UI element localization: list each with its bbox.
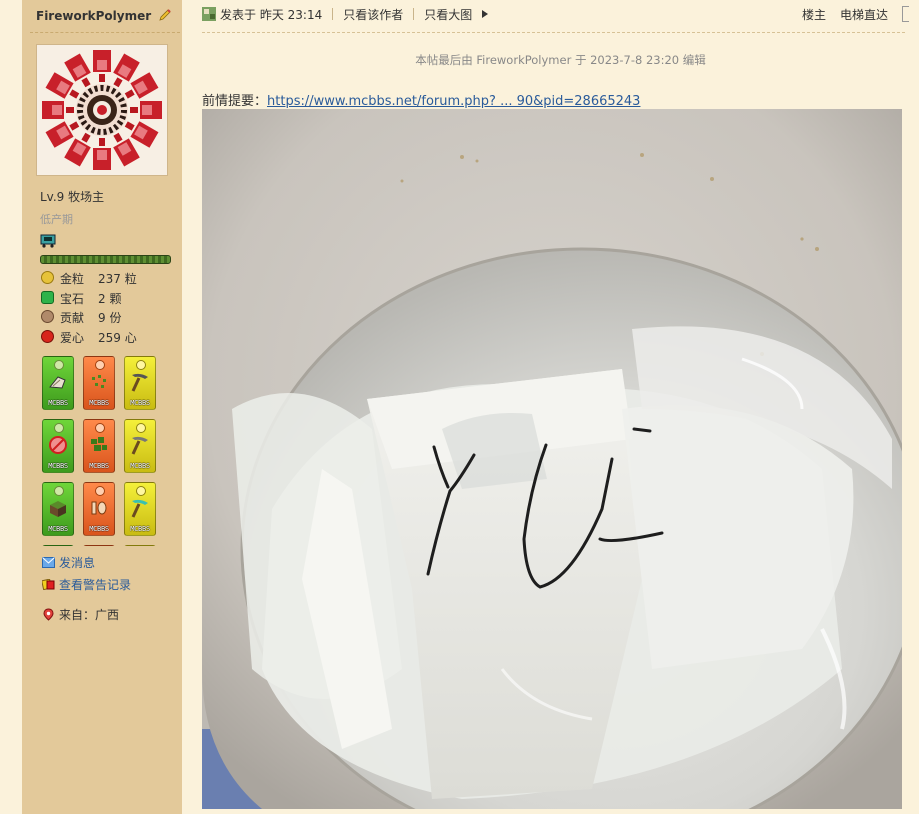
- medal-partial[interactable]: [124, 545, 156, 546]
- post-header-bar: 发表于 昨天 23:14 只看该作者 只看大图 楼主 电梯直达: [202, 6, 919, 26]
- post-content-area: 发表于 昨天 23:14 只看该作者 只看大图 楼主 电梯直达 本帖最后由 Firew…: [182, 0, 919, 814]
- medal-seeds[interactable]: MCBBS: [83, 356, 115, 410]
- warning-card-icon: [42, 579, 55, 590]
- stat-label: 爱心: [60, 330, 85, 345]
- medal-bone[interactable]: MCBBS: [42, 356, 74, 410]
- previous-post-link[interactable]: https://www.mcbbs.net/forum.php? ... 90&…: [267, 94, 640, 109]
- gold-nugget-icon: [41, 271, 54, 284]
- medal-dirt-block[interactable]: MCBBS: [42, 482, 74, 536]
- elevator-jump-label: 电梯直达: [839, 8, 888, 22]
- pencil-icon: [159, 9, 172, 21]
- avatar[interactable]: [36, 44, 168, 176]
- post-header-right: 楼主 电梯直达: [788, 6, 909, 23]
- post-photo[interactable]: [202, 109, 902, 809]
- seeds-icon: [92, 375, 106, 388]
- experience-bar: [40, 255, 171, 264]
- medal-partial[interactable]: [83, 545, 115, 546]
- contribution-icon: [41, 310, 54, 323]
- play-triangle-icon[interactable]: [480, 9, 490, 19]
- edit-note: 本帖最后由 FireworkPolymer 于 2023-7-8 23:20 编…: [415, 53, 706, 67]
- floor-label: 楼主: [801, 8, 826, 22]
- author-sidebar: FireworkPolymer Lv.9 牧场主 低产期 金粒 237 粒 宝石…: [22, 0, 183, 814]
- stat-value: 237 粒: [98, 272, 137, 286]
- separator: [413, 8, 415, 20]
- prefix-label: 前情提要：: [202, 94, 268, 109]
- pickaxe-icon: [131, 499, 148, 518]
- emerald-icon: [41, 290, 54, 304]
- cup-photo-image: [202, 109, 902, 809]
- number-ten-icon: [91, 501, 107, 515]
- send-message-label: 发消息: [59, 556, 96, 570]
- stat-gold: 金粒 237 粒: [41, 270, 181, 290]
- medal-wall: MCBBS MCBBS MCBBS MCBBS MCBBS MCBBS MCBB…: [40, 356, 170, 546]
- send-message-link[interactable]: 发消息: [42, 554, 95, 571]
- location-pin-icon: [43, 608, 54, 621]
- medal-label: MCBBS: [89, 525, 109, 533]
- medal-stone-pickaxe[interactable]: MCBBS: [124, 356, 156, 410]
- bone-pile-icon: [49, 376, 66, 389]
- stat-value: 9 份: [98, 311, 122, 325]
- medal-label: MCBBS: [130, 525, 150, 533]
- medal-partial[interactable]: [42, 545, 74, 546]
- medal-ten[interactable]: MCBBS: [83, 482, 115, 536]
- medal-label: MCBBS: [48, 525, 68, 533]
- avatar-image: [37, 45, 167, 175]
- stat-label: 宝石: [60, 291, 85, 306]
- warning-record-link[interactable]: 查看警告记录: [42, 576, 131, 593]
- stat-gem: 宝石 2 颗: [41, 290, 181, 310]
- medal-label: MCBBS: [89, 462, 109, 470]
- author-name-link[interactable]: FireworkPolymer: [36, 9, 151, 23]
- apple-heart-icon: [41, 329, 54, 343]
- stat-love: 爱心 259 心: [41, 329, 181, 349]
- header-divider: [202, 32, 905, 33]
- device-icon: [202, 7, 216, 21]
- stat-value: 259 心: [98, 330, 137, 345]
- user-stats: 金粒 237 粒 宝石 2 颗 贡献 9 份 爱心 259 心: [41, 270, 181, 348]
- stat-label: 金粒: [60, 272, 85, 286]
- dirt-block-icon: [50, 501, 66, 517]
- post-time: 发表于 昨天 23:14: [220, 8, 323, 22]
- user-location-text: 来自：广西: [59, 608, 120, 622]
- medal-iron-pickaxe[interactable]: MCBBS: [124, 419, 156, 473]
- large-image-link[interactable]: 只看大图: [424, 8, 472, 22]
- separator: [332, 8, 334, 20]
- medal-diamond-pickaxe[interactable]: MCBBS: [124, 482, 156, 536]
- left-gutter: [0, 0, 22, 814]
- medal-no-pig[interactable]: MCBBS: [42, 419, 74, 473]
- user-level: Lv.9 牧场主: [40, 190, 105, 204]
- envelope-icon: [42, 557, 55, 568]
- only-author-link[interactable]: 只看该作者: [343, 8, 403, 22]
- medal-label: MCBBS: [130, 462, 150, 470]
- divider: [30, 32, 180, 33]
- minecart-icon: [40, 234, 56, 248]
- elevator-input[interactable]: [902, 6, 909, 22]
- post-prefix: 前情提要：https://www.mcbbs.net/forum.php? ..…: [202, 90, 640, 109]
- medal-label: MCBBS: [89, 399, 109, 407]
- medal-label: MCBBS: [48, 462, 68, 470]
- stat-label: 贡献: [60, 311, 85, 325]
- pickaxe-icon: [131, 373, 148, 392]
- pickaxe-icon: [131, 436, 148, 455]
- warning-record-label: 查看警告记录: [59, 578, 132, 592]
- author-name[interactable]: FireworkPolymer: [36, 8, 172, 23]
- user-location: 来自：广西: [42, 606, 119, 623]
- prohibited-icon: [49, 436, 67, 454]
- leaves-icon: [91, 437, 107, 451]
- medal-leaves[interactable]: MCBBS: [83, 419, 115, 473]
- medal-label: MCBBS: [48, 399, 68, 407]
- user-rank: 低产期: [40, 213, 73, 226]
- stat-contribution: 贡献 9 份: [41, 309, 181, 329]
- stat-value: 2 颗: [98, 291, 122, 306]
- medal-label: MCBBS: [130, 399, 150, 407]
